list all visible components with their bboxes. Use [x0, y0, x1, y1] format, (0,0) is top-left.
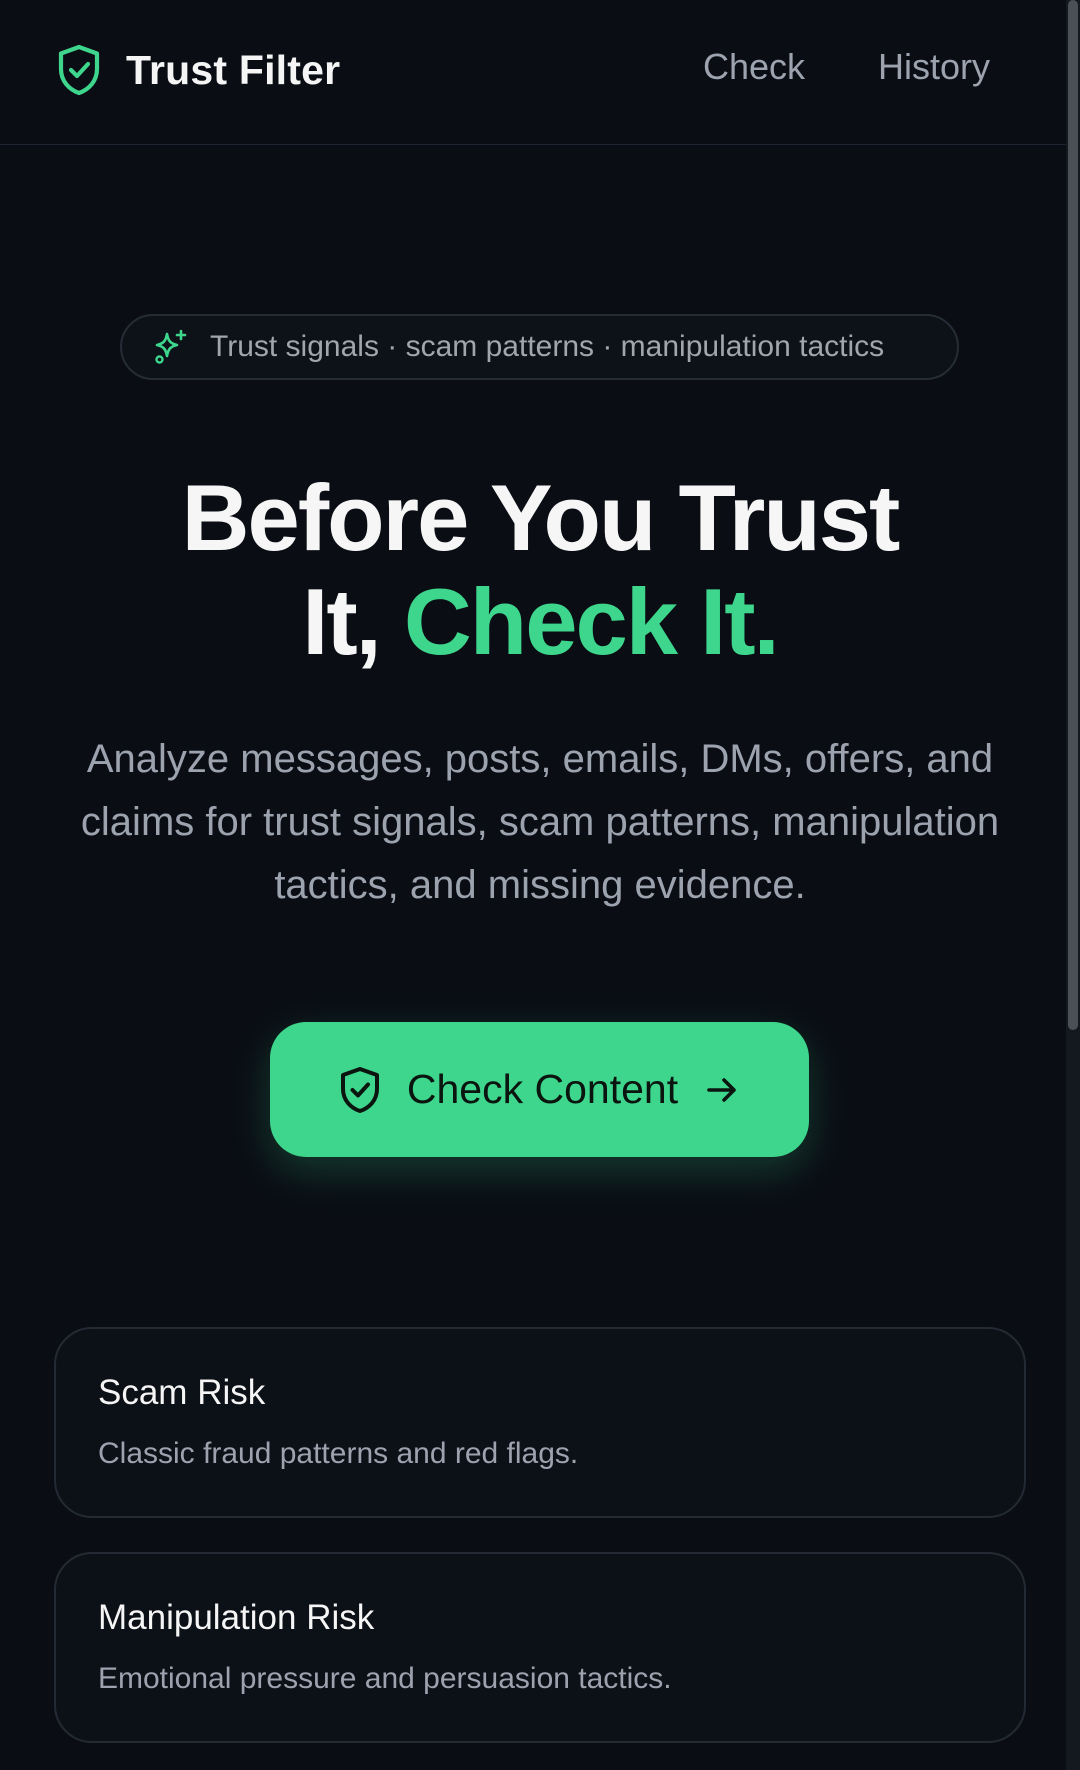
hero-subtitle: Analyze messages, posts, emails, DMs, of… [80, 737, 1000, 907]
sparkles-icon [155, 329, 187, 364]
card-description: Classic fraud patterns and red flags. [98, 1437, 579, 1470]
shield-check-icon [58, 44, 100, 96]
card-title: Manipulation Risk [98, 1598, 375, 1637]
hero-heading-line2-prefix: It, [302, 569, 404, 674]
nav-history-link[interactable]: History [878, 46, 990, 88]
feature-tag-text: Trust signals · scam patterns · manipula… [210, 330, 885, 363]
risk-card-scam[interactable]: Scam Risk Classic fraud patterns and red… [54, 1327, 1026, 1518]
top-nav-bar: Trust Filter Check History [0, 0, 1066, 145]
risk-card-manipulation[interactable]: Manipulation Risk Emotional pressure and… [54, 1552, 1026, 1743]
check-content-label: Check Content [406, 1066, 679, 1112]
card-description: Emotional pressure and persuasion tactic… [98, 1662, 672, 1695]
brand[interactable]: Trust Filter [56, 44, 340, 96]
brand-name: Trust Filter [126, 46, 341, 93]
page: Trust Filter Check History Trust signals… [0, 0, 1080, 1770]
arrow-right-icon [707, 1077, 736, 1102]
hero-heading: Before You Trust It, Check It. [0, 466, 1080, 674]
feature-tag-pill: Trust signals · scam patterns · manipula… [120, 314, 959, 380]
shield-check-icon [340, 1066, 379, 1113]
check-content-button[interactable]: Check Content [270, 1022, 809, 1157]
hero-heading-accent: Check It. [403, 569, 780, 674]
card-title: Scam Risk [98, 1373, 266, 1412]
hero-heading-line1: Before You Trust [181, 465, 901, 570]
nav-check-link[interactable]: Check [703, 46, 805, 88]
scrollbar[interactable] [1066, 0, 1080, 1770]
